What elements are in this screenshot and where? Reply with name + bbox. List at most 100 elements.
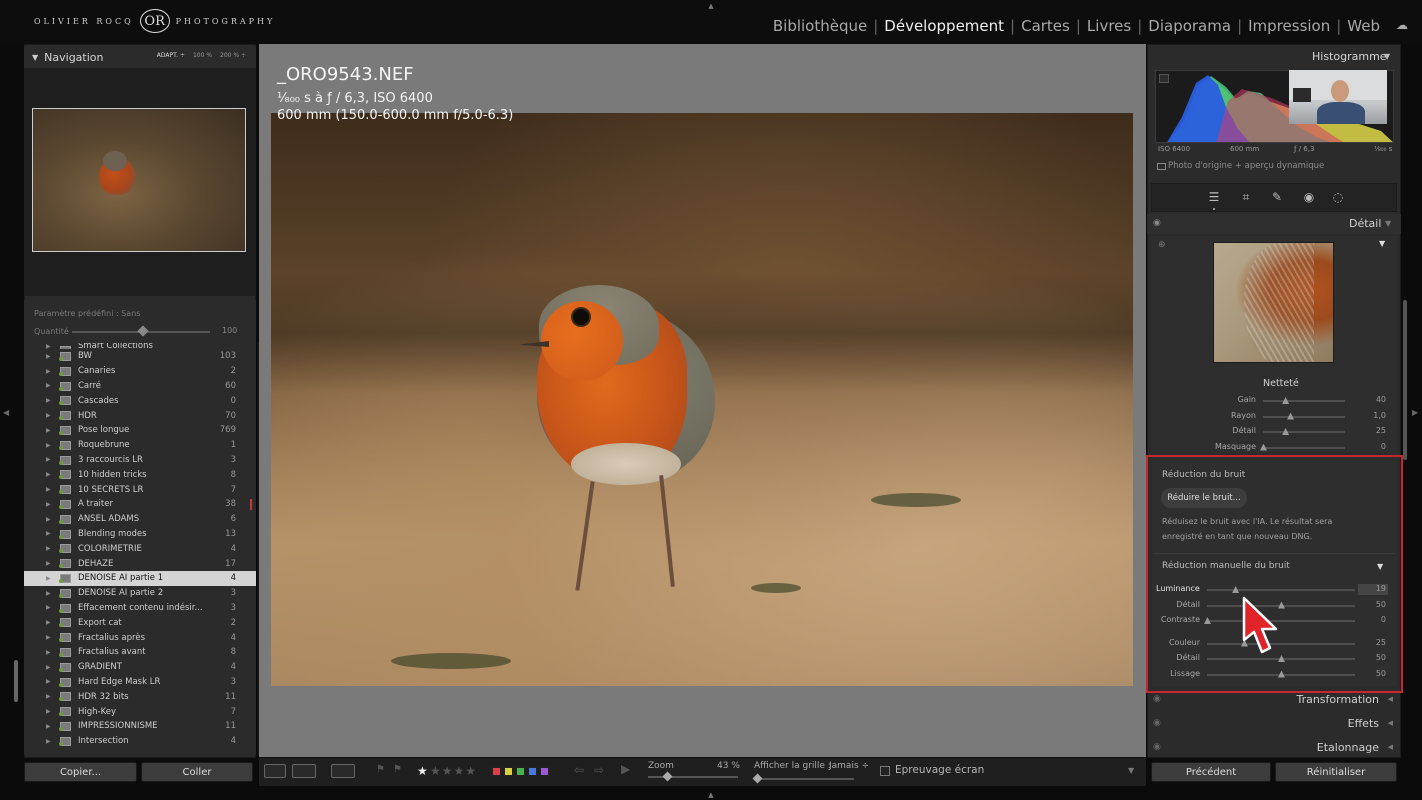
expand-triangle-icon[interactable]: ◀ <box>1388 743 1393 751</box>
preview-collapse-triangle-icon[interactable]: ▼ <box>1379 239 1385 248</box>
collection-item[interactable]: ▶ High-Key 7 <box>24 704 256 719</box>
copy-button[interactable]: Copier... <box>24 762 137 782</box>
expand-triangle-icon[interactable]: ▶ <box>46 516 51 523</box>
collection-item[interactable]: ▶ 10 hidden tricks 8 <box>24 467 256 482</box>
masking-icon[interactable]: ◌ <box>1330 189 1346 205</box>
navigator-header[interactable]: ▼ Navigation ADAPT. ÷ 100 % 200 % ÷ <box>24 46 256 68</box>
slider-value[interactable]: 50 <box>1356 600 1386 609</box>
expand-triangle-icon[interactable]: ▶ <box>46 619 51 626</box>
expand-triangle-icon[interactable]: ▶ <box>46 693 51 700</box>
module-slideshow[interactable]: Diaporama <box>1142 17 1237 35</box>
zoom-fit-option[interactable]: ADAPT. ÷ <box>157 52 185 59</box>
slider-track[interactable] <box>1263 415 1345 418</box>
module-develop[interactable]: Développement <box>878 17 1010 35</box>
collection-item[interactable]: ▶ ANSEL ADAMS 6 <box>24 512 256 527</box>
expand-triangle-icon[interactable]: ▶ <box>46 590 51 597</box>
expand-triangle-icon[interactable]: ▶ <box>46 471 51 478</box>
grid-slider-track[interactable] <box>754 778 854 780</box>
collection-item[interactable]: ▶ Pose longue 769 <box>24 423 256 438</box>
previous-settings-button[interactable]: Précédent <box>1151 762 1271 782</box>
expand-triangle-icon[interactable]: ▶ <box>46 678 51 685</box>
collection-item[interactable]: ▶ Blending modes 13 <box>24 527 256 542</box>
reject-flag-icon[interactable]: ⚑ <box>393 764 402 775</box>
right-panel-scrollbar[interactable] <box>1403 300 1407 460</box>
bottom-panel-toggle-icon[interactable]: ▲ <box>706 791 716 799</box>
transform-panel-header[interactable]: ◉ Transformation ◀ <box>1147 690 1401 710</box>
loupe-view-button[interactable] <box>264 764 286 778</box>
toolbar-menu-chevron-icon[interactable]: ▼ <box>1128 766 1134 775</box>
rating-stars-empty[interactable]: ★★★★ <box>430 764 477 778</box>
collection-item[interactable]: ▶ Fractalius avant 8 <box>24 645 256 660</box>
expand-triangle-icon[interactable]: ▶ <box>46 382 51 389</box>
collection-item[interactable]: ▶ Fractalius après 4 <box>24 630 256 645</box>
expand-triangle-icon[interactable]: ▶ <box>46 575 51 582</box>
target-icon[interactable]: ⊕ <box>1158 240 1166 250</box>
panel-visibility-eye-icon[interactable]: ◉ <box>1153 694 1161 704</box>
denoise-button[interactable]: Réduire le bruit... <box>1161 488 1247 508</box>
collection-item[interactable]: ▶ HDR 70 <box>24 408 256 423</box>
expand-triangle-icon[interactable]: ▶ <box>46 723 51 730</box>
slider-value[interactable]: 25 <box>1356 426 1386 435</box>
expand-triangle-icon[interactable]: ▶ <box>46 545 51 552</box>
expand-triangle-icon[interactable]: ▶ <box>46 427 51 434</box>
slider-track[interactable] <box>1207 642 1355 645</box>
expand-triangle-icon[interactable]: ▶ <box>46 738 51 745</box>
slider-track[interactable] <box>1263 431 1345 433</box>
collection-item[interactable]: ▶ Carré 60 <box>24 379 256 394</box>
collection-item[interactable]: ▶ DENOISE AI partie 2 3 <box>24 586 256 601</box>
play-slideshow-icon[interactable]: ▶ <box>621 762 630 776</box>
collection-item[interactable]: ▶ Roquebrune 1 <box>24 438 256 453</box>
collection-item[interactable]: ▶ Intersection 4 <box>24 734 256 749</box>
previous-photo-icon[interactable]: ⇦ <box>574 763 584 777</box>
collection-item[interactable]: ▶ HDR 32 bits 11 <box>24 689 256 704</box>
slider-track[interactable] <box>1207 620 1355 622</box>
expand-triangle-icon[interactable]: ▶ <box>46 649 51 656</box>
module-web[interactable]: Web <box>1341 17 1386 35</box>
expand-triangle-icon[interactable]: ▶ <box>46 412 51 419</box>
color-label-swatch[interactable] <box>528 767 537 776</box>
module-print[interactable]: Impression <box>1242 17 1336 35</box>
color-label-swatch[interactable] <box>492 767 501 776</box>
expand-triangle-icon[interactable]: ▶ <box>46 708 51 715</box>
before-after-toggle-button[interactable] <box>331 764 355 778</box>
collection-item[interactable]: ▶ 10 SECRETS LR 7 <box>24 482 256 497</box>
collection-item[interactable]: ▶ Export cat 2 <box>24 615 256 630</box>
expand-triangle-icon[interactable]: ◀ <box>1388 719 1393 727</box>
detail-zoom-preview[interactable] <box>1213 242 1334 363</box>
collection-item[interactable]: ▶ Canaries 2 <box>24 364 256 379</box>
slider-track[interactable] <box>1207 589 1355 591</box>
expand-triangle-icon[interactable]: ▶ <box>46 530 51 537</box>
left-edge-scrollbar[interactable] <box>14 660 18 702</box>
slider-value[interactable]: 0 <box>1356 615 1386 624</box>
collection-item[interactable]: ▶ Hard Edge Mask LR 3 <box>24 675 256 690</box>
slider-value[interactable]: 25 <box>1356 638 1386 647</box>
red-eye-icon[interactable]: ◉ <box>1301 189 1317 205</box>
expand-triangle-icon[interactable]: ▶ <box>46 353 51 360</box>
expand-triangle-icon[interactable]: ◀ <box>1388 695 1393 703</box>
edit-sliders-icon[interactable]: ☰ <box>1206 189 1222 205</box>
zoom-200-option[interactable]: 200 % ÷ <box>220 52 246 59</box>
healing-icon[interactable]: ✎ <box>1269 189 1285 205</box>
right-panel-toggle-icon[interactable]: ▶ <box>1412 408 1418 417</box>
collection-item[interactable]: ▶ BW 103 <box>24 349 256 364</box>
main-photo[interactable] <box>271 113 1133 686</box>
panel-visibility-eye-icon[interactable]: ◉ <box>1153 718 1161 728</box>
flag-icon[interactable]: ⚑ <box>376 764 385 775</box>
before-after-button[interactable] <box>292 764 316 778</box>
soft-proofing-checkbox[interactable] <box>880 766 890 776</box>
collection-item[interactable]: ▶ 3 raccourcis LR 3 <box>24 453 256 468</box>
shadow-clipping-warning-icon[interactable] <box>1159 74 1169 83</box>
expand-triangle-icon[interactable]: ▶ <box>46 442 51 449</box>
expand-triangle-icon[interactable]: ▶ <box>46 456 51 463</box>
module-map[interactable]: Cartes <box>1015 17 1076 35</box>
expand-triangle-icon[interactable]: ▶ <box>46 664 51 671</box>
slider-value[interactable]: 1,0 <box>1356 411 1386 420</box>
collection-item[interactable]: ▶ Cascades 0 <box>24 393 256 408</box>
expand-triangle-icon[interactable]: ▶ <box>46 368 51 375</box>
collection-item[interactable]: ▶ DEHAZE 17 <box>24 556 256 571</box>
slider-track[interactable] <box>1263 400 1345 402</box>
navigator-thumbnail[interactable] <box>32 108 246 252</box>
crop-icon[interactable]: ⌗ <box>1238 189 1254 205</box>
collapse-triangle-icon[interactable]: ▼ <box>1384 52 1390 61</box>
color-label-swatch[interactable] <box>540 767 549 776</box>
